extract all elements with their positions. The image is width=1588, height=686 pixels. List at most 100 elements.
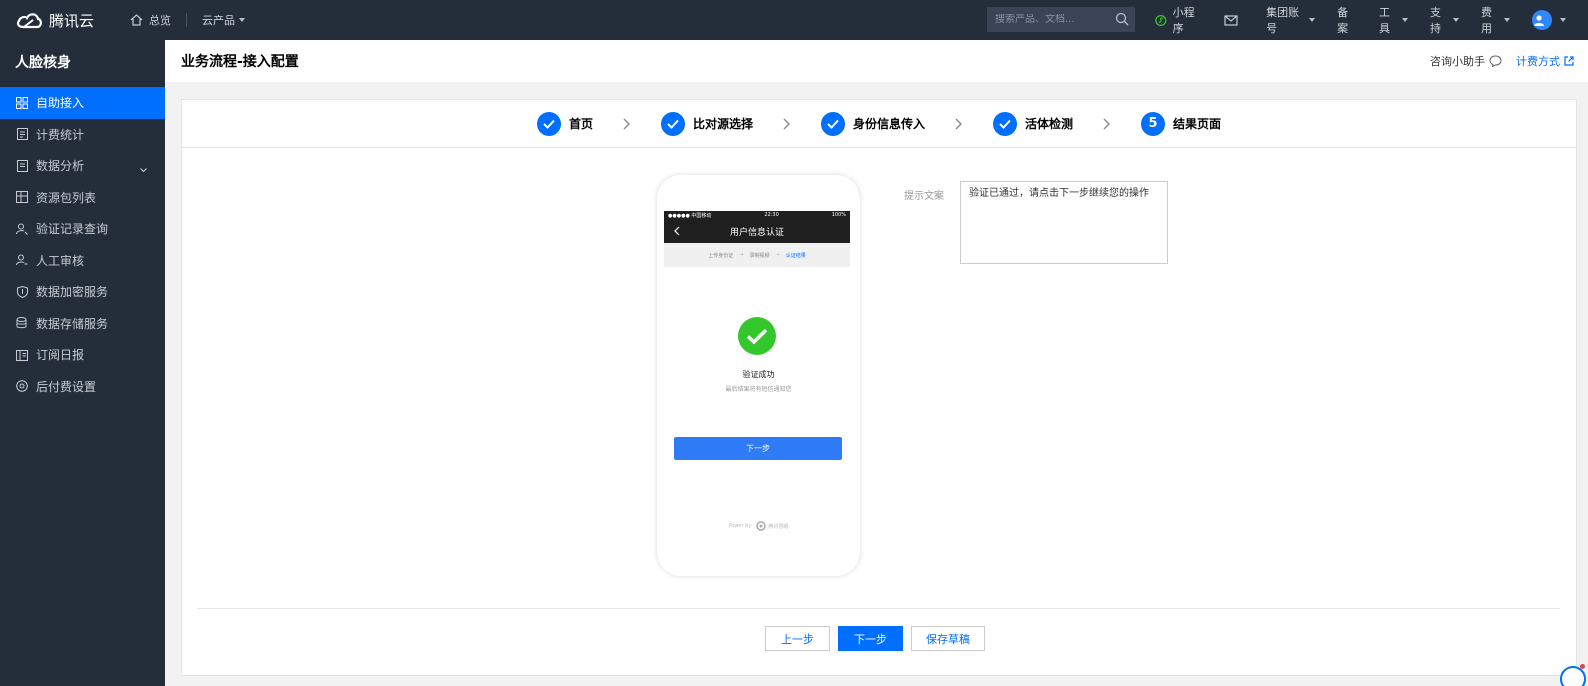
chevron-down-icon [1560, 18, 1566, 22]
brand-name: 腾讯云 [49, 11, 95, 30]
sidebar-item-self-access[interactable]: 自助接入 [0, 87, 165, 119]
billing-method-link[interactable]: 计费方式 [1516, 53, 1574, 69]
step-liveness[interactable]: 活体检测 [993, 111, 1073, 136]
chevron-right-icon [1103, 118, 1111, 130]
chevron-down-icon[interactable] [140, 162, 147, 176]
top-right-menu: 小程序 集团账号 备案 工具 支持 费用 [1155, 0, 1588, 40]
chevron-down-icon [1453, 18, 1459, 22]
mini-program-label: 小程序 [1172, 6, 1195, 35]
user-avatar-icon [1534, 15, 1544, 26]
chevron-down-icon [1402, 18, 1408, 22]
progress-step: 上传身份证 [708, 252, 734, 259]
tip-textarea[interactable]: 验证已通过，请点击下一步继续您的操作 [960, 181, 1168, 264]
mini-program-icon [1155, 14, 1167, 26]
nav-overview-label: 总览 [149, 14, 171, 27]
check-icon [993, 111, 1017, 136]
result-title: 验证成功 [742, 370, 775, 379]
sidebar-item-label: 数据分析 [36, 159, 85, 174]
mini-program-link[interactable]: 小程序 [1155, 4, 1202, 36]
step-result-page[interactable]: 5 结果页面 [1141, 111, 1222, 136]
prev-button[interactable]: 上一步 [765, 626, 830, 651]
external-link-icon [1564, 56, 1574, 66]
step-home[interactable]: 首页 [536, 111, 593, 136]
divider [198, 608, 1560, 609]
cloud-logo-icon [16, 13, 42, 29]
user-check-icon [15, 253, 29, 267]
save-draft-button[interactable]: 保存草稿 [911, 626, 985, 651]
tools-label: 工具 [1379, 6, 1390, 35]
step-label: 身份信息传入 [852, 117, 925, 131]
support-label: 支持 [1430, 6, 1441, 35]
support-menu[interactable]: 支持 [1430, 4, 1459, 36]
sidebar-item-storage[interactable]: 数据存储服务 [0, 308, 165, 340]
nav-products[interactable]: 云产品 [202, 12, 245, 28]
status-battery: 100% [831, 212, 846, 218]
grid-icon [15, 96, 29, 110]
costs-menu[interactable]: 费用 [1481, 4, 1510, 36]
sidebar-item-label: 计费统计 [36, 127, 85, 142]
assistant-link[interactable]: 咨询小助手 [1430, 53, 1502, 69]
icp-label: 备案 [1337, 6, 1349, 35]
chevron-right-icon [783, 118, 791, 130]
sidebar-item-label: 订阅日报 [36, 348, 85, 363]
phone-nav-title: 用户信息认证 [729, 227, 784, 238]
tencent-cloud-logo[interactable]: 腾讯云 [15, 10, 110, 31]
settings-circle-icon [15, 379, 29, 393]
avatar[interactable] [1532, 10, 1552, 30]
messages-link[interactable] [1224, 14, 1244, 26]
icp-link[interactable]: 备案 [1337, 4, 1357, 36]
page-title: 业务流程-接入配置 [181, 54, 299, 70]
step-identity-input[interactable]: 身份信息传入 [820, 111, 925, 136]
chevron-down-icon [239, 18, 245, 22]
phone-nav-bar: 用户信息认证 [664, 219, 850, 243]
phone-preview: ●●●●● 中国移动 22:30 100% 用户信息认证 上传身份证 → 录制视… [657, 175, 860, 576]
notification-dot [1580, 664, 1585, 669]
sidebar-item-encryption[interactable]: 数据加密服务 [0, 276, 165, 308]
step-label: 结果页面 [1173, 117, 1222, 131]
shield-icon [15, 285, 29, 299]
sidebar: 人脸核身 自助接入 计费统计 数据分析 资源包列表 验证记录查询 人工审核 数据… [0, 40, 165, 686]
sidebar-item-verify-records[interactable]: 验证记录查询 [0, 213, 165, 245]
search-box[interactable] [987, 7, 1135, 32]
sidebar-item-manual-review[interactable]: 人工审核 [0, 245, 165, 277]
powered-by-text: Power by [728, 523, 752, 529]
back-arrow-icon [674, 226, 680, 236]
status-carrier: ●●●●● 中国移动 [668, 212, 712, 219]
phone-next-button: 下一步 [674, 437, 842, 460]
check-icon [660, 111, 685, 136]
home-icon [130, 14, 143, 26]
chevron-down-icon [1309, 18, 1316, 22]
sidebar-item-label: 自助接入 [36, 96, 85, 111]
chart-doc-icon [15, 159, 29, 173]
sidebar-item-label: 验证记录查询 [36, 222, 109, 237]
step-label: 比对源选择 [692, 117, 753, 131]
search-input[interactable] [995, 14, 1110, 25]
progress-step: 录制视频 [749, 252, 770, 259]
sidebar-item-daily-report[interactable]: 订阅日报 [0, 339, 165, 371]
search-icon[interactable] [1115, 12, 1129, 26]
costs-label: 费用 [1481, 6, 1492, 35]
top-navbar: 腾讯云 总览 云产品 小程序 集团账号 备案 工具 支持 费用 [0, 0, 1588, 40]
user-menu[interactable] [1532, 10, 1566, 30]
nav-overview[interactable]: 总览 [130, 12, 171, 28]
result-subtitle: 最后结果将有短信通知您 [725, 386, 792, 393]
status-time: 22:30 [764, 212, 779, 218]
document-icon [15, 127, 29, 141]
arrow-right-icon: → [739, 252, 744, 258]
help-chat-icon[interactable] [1560, 666, 1586, 686]
sidebar-item-resource-packages[interactable]: 资源包列表 [0, 182, 165, 214]
footer-brand: 腾讯慧眼 [768, 523, 789, 530]
group-account-menu[interactable]: 集团账号 [1266, 4, 1316, 36]
arrow-right-icon: → [775, 252, 780, 258]
database-icon [15, 316, 29, 330]
sidebar-item-billing-stats[interactable]: 计费统计 [0, 119, 165, 151]
report-icon [15, 348, 29, 362]
step-compare-source[interactable]: 比对源选择 [660, 111, 753, 136]
group-account-label: 集团账号 [1266, 6, 1300, 35]
sidebar-item-postpaid-settings[interactable]: 后付费设置 [0, 371, 165, 403]
progress-step-current: 认证结果 [785, 252, 806, 259]
tools-menu[interactable]: 工具 [1379, 4, 1408, 36]
next-button[interactable]: 下一步 [838, 626, 903, 651]
sidebar-item-data-analysis[interactable]: 数据分析 [0, 150, 165, 182]
nav-products-label: 云产品 [202, 14, 235, 27]
